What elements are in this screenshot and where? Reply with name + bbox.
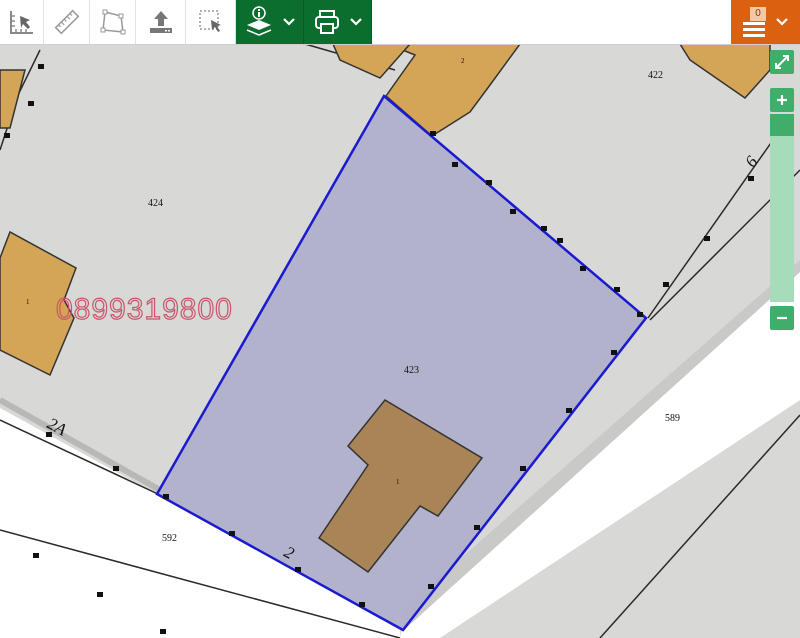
zoom-slider-handle[interactable] — [770, 114, 794, 136]
select-area-button[interactable] — [186, 0, 236, 44]
layers-info-icon — [246, 6, 271, 36]
parcel-label-423: 423 — [404, 365, 419, 376]
expand-icon — [775, 55, 789, 69]
print-icon — [314, 10, 339, 34]
upload-icon — [149, 11, 172, 33]
zoom-in-button[interactable] — [770, 88, 794, 112]
menu-badge-count: 0 — [750, 7, 766, 21]
zoom-slider-track[interactable] — [770, 114, 794, 302]
chevron-down-icon — [282, 18, 295, 26]
select-area-icon — [198, 10, 221, 32]
parcel-label-424: 424 — [148, 198, 163, 209]
coordinates-icon — [9, 11, 33, 34]
parcel-label-592: 592 — [162, 533, 177, 544]
zoom-out-icon — [777, 316, 787, 320]
building-label-left: 1 — [26, 298, 30, 306]
coordinates-tool-button[interactable] — [0, 0, 44, 44]
fullscreen-button[interactable] — [770, 50, 794, 74]
zoom-out-button[interactable] — [770, 306, 794, 330]
upload-button[interactable] — [136, 0, 186, 44]
print-button[interactable] — [304, 0, 372, 44]
chevron-down-icon — [775, 18, 788, 26]
watermark-phone: 0899319800 — [56, 293, 233, 326]
chevron-down-icon — [349, 18, 362, 26]
ruler-icon — [54, 9, 79, 35]
parcel-label-422: 422 — [648, 70, 663, 81]
map-toolbar — [0, 0, 800, 45]
cadastral-map[interactable]: 424 423 422 589 592 1 1 2 2A 2 6 0899319… — [0, 0, 800, 638]
menu-icon — [742, 22, 765, 37]
ruler-tool-button[interactable] — [44, 0, 90, 44]
polygon-measure-button[interactable] — [90, 0, 136, 44]
parcel-label-589: 589 — [665, 413, 680, 424]
zoom-in-icon — [777, 95, 787, 105]
building-label-main: 1 — [396, 478, 400, 486]
polygon-measure-icon — [100, 9, 125, 35]
building-label-top: 2 — [461, 57, 465, 65]
layers-info-button[interactable] — [236, 0, 304, 44]
